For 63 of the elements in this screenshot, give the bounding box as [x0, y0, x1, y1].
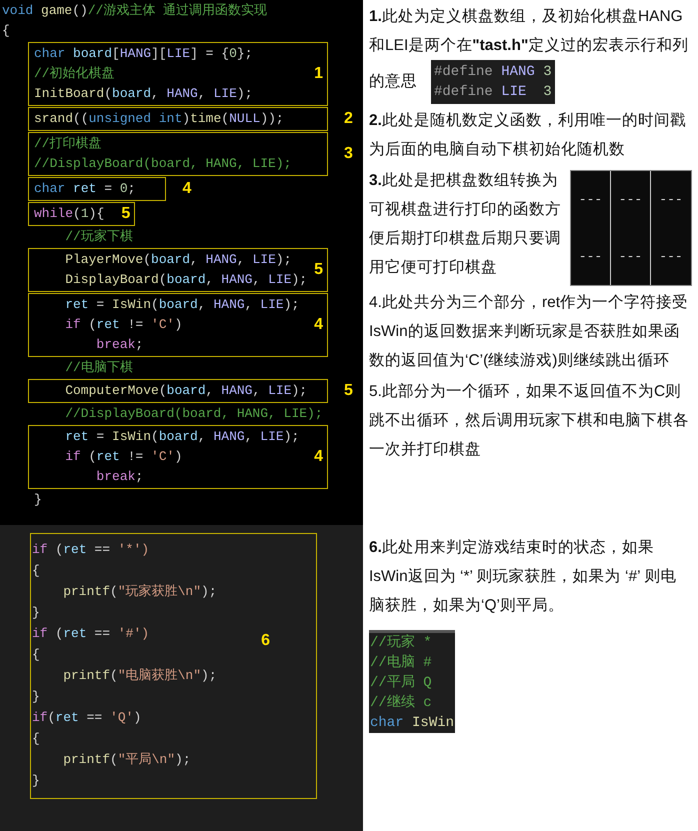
code-line: }: [34, 491, 42, 509]
annotation-number: 6: [261, 632, 270, 650]
code-line: ret = IsWin(board, HANG, LIE);: [64, 296, 300, 314]
code-line: printf("平局\n");: [62, 751, 191, 769]
code-line: ret = IsWin(board, HANG, LIE);: [64, 428, 300, 446]
board-dashes: ---: [578, 190, 602, 209]
annotation-number: 4: [182, 180, 192, 198]
code-line: char IsWin: [370, 714, 454, 733]
code-line: if (ret != 'C'): [64, 448, 182, 466]
code-line: printf("电脑获胜\n");: [62, 667, 217, 685]
code-line: {: [32, 562, 40, 580]
annotation-number: 5: [344, 382, 353, 400]
note-paragraph: 6.此处用来判定游戏结束时的状态，如果IsWin返回为 ‘*’ 则玩家获胜，如果为 ‘#’ 则电脑获胜，如果为‘Q’则平局。: [369, 538, 678, 616]
note-paragraph: 1.此处为定义棋盘数组，及初始化棋盘HANG和LEI是两个在"tast.h"定义过的宏表示行和列的意思 #define HANG 3 #define LIE 3: [369, 2, 692, 104]
code-line: while(1){: [34, 205, 104, 223]
define-snippet: #define HANG 3 #define LIE 3: [431, 60, 555, 104]
annotation-number: 2: [344, 110, 353, 128]
code-line: if (ret == '#'): [32, 625, 150, 643]
annotation-number: 5: [314, 261, 323, 279]
code-line: //电脑下棋: [64, 359, 133, 377]
code-line: char ret = 0;: [34, 180, 136, 198]
code-line: void game()//游戏主体 通过调用函数实现: [2, 2, 268, 20]
code-line: PlayerMove(board, HANG, LIE);: [64, 251, 292, 269]
note-paragraph: 5.此部分为一个循环，如果不返回值不为C则跳不出循环，然后调用玩家下棋和电脑下棋各一次并打印棋盘: [369, 382, 690, 460]
code-line: {: [32, 646, 40, 664]
code-line: //玩家 *: [370, 633, 432, 653]
code-line: }: [32, 604, 40, 622]
board-dashes: ---: [618, 248, 642, 266]
code-line: //DisplayBoard(board, HANG, LIE);: [64, 405, 323, 423]
code-line: break;: [95, 336, 144, 354]
annotation-number: 1: [314, 65, 323, 83]
code-line: if (ret != 'C'): [64, 316, 182, 334]
code-line: {: [32, 730, 40, 748]
board-dashes: ---: [578, 248, 602, 266]
annotation-number: 3: [344, 145, 353, 163]
code-line: //平局 Q: [370, 674, 432, 693]
note-paragraph: 4.此处共分为三个部分，ret作为一个字符接受IsWin的返回数据来判断玩家是否获胜如果函数的返回值为‘C’(继续游戏)则继续跳出循环: [369, 292, 690, 371]
note-paragraph: 3.此处是把棋盘数组转换为可视棋盘进行打印的函数方便后期打印棋盘后期只要调用它便可打印棋盘: [369, 171, 562, 278]
code-line: srand((unsigned int)time(NULL));: [34, 110, 284, 128]
code-line: if (ret == '*'): [32, 541, 150, 559]
code-line: //打印棋盘: [34, 135, 102, 153]
code-line: break;: [95, 468, 144, 486]
code-line: ComputerMove(board, HANG, LIE);: [64, 382, 308, 400]
code-line: //电脑 #: [370, 654, 432, 673]
annotation-number: 4: [314, 448, 323, 466]
note-paragraph: 2.此处是随机数定义函数，利用唯一的时间戳为后面的电脑自动下棋初始化随机数: [369, 111, 687, 160]
annotation-number: 4: [314, 316, 323, 334]
code-line: //玩家下棋: [64, 228, 133, 246]
code-line: DisplayBoard(board, HANG, LIE);: [64, 271, 308, 289]
code-line: printf("玩家获胜\n");: [62, 583, 217, 601]
annotation-number: 5: [121, 205, 130, 223]
board-dashes: ---: [659, 248, 683, 266]
code-line: char board[HANG][LIE] = {0};: [34, 45, 253, 63]
board-dashes: ---: [659, 190, 683, 209]
code-line: InitBoard(board, HANG, LIE);: [34, 85, 252, 103]
code-line: //继续 c: [370, 694, 432, 713]
code-line: if(ret == 'Q'): [32, 709, 142, 727]
code-line: //DisplayBoard(board, HANG, LIE);: [34, 155, 292, 173]
code-line: {: [2, 22, 10, 40]
board-dashes: ---: [618, 190, 642, 209]
code-line: }: [32, 688, 40, 706]
code-line: //初始化棋盘: [34, 65, 115, 83]
code-line: }: [32, 772, 40, 790]
